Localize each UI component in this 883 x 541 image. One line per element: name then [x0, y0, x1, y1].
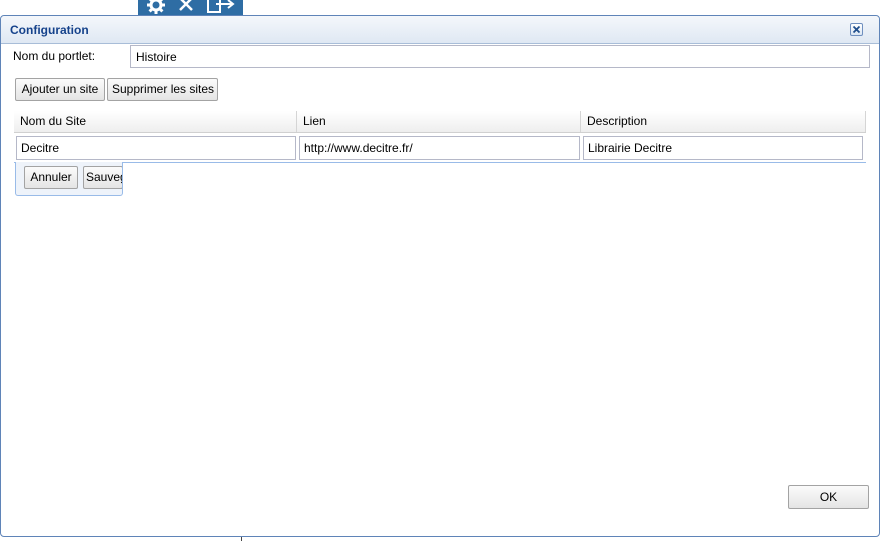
grid-header: Nom du Site Lien Description — [14, 111, 866, 133]
column-header-site-name[interactable]: Nom du Site — [14, 111, 297, 132]
background-toolbar — [138, 0, 243, 16]
column-header-description[interactable]: Description — [581, 111, 866, 132]
dialog-title: Configuration — [10, 23, 89, 37]
cancel-button[interactable]: Annuler — [24, 166, 78, 189]
add-site-button[interactable]: Ajouter un site — [15, 78, 105, 101]
row-editor-border — [14, 162, 866, 163]
column-header-link[interactable]: Lien — [297, 111, 581, 132]
site-link-field[interactable] — [299, 136, 580, 160]
site-description-field[interactable] — [583, 136, 863, 160]
remove-sites-button[interactable]: Supprimer les sites — [107, 78, 218, 101]
row-editor-buttons: Annuler Sauvegarder — [15, 162, 123, 196]
close-icon — [852, 25, 861, 34]
site-name-field[interactable] — [16, 136, 296, 160]
dialog-header[interactable]: Configuration — [1, 16, 879, 44]
portlet-name-label: Nom du portlet: — [13, 49, 96, 63]
save-button[interactable]: Sauvegarder — [83, 166, 122, 189]
dialog-close-button[interactable] — [850, 23, 863, 36]
ok-button[interactable]: OK — [788, 485, 869, 509]
portlet-name-input[interactable] — [130, 45, 870, 68]
